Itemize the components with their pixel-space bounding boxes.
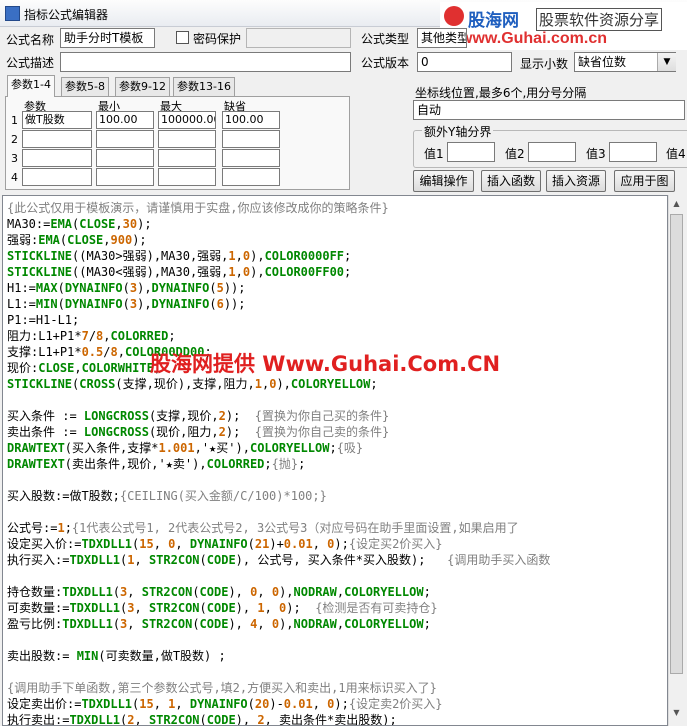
value-3-input[interactable] bbox=[609, 142, 657, 162]
formula-code: {此公式仅用于模板演示，请谨慎用于实盘,你应该修改成你的策略条件} MA30:=… bbox=[7, 200, 551, 726]
param-max-cell[interactable]: 100000.00 bbox=[158, 111, 216, 129]
scroll-up-icon[interactable]: ▲ bbox=[668, 196, 685, 212]
code-line: DRAWTEXT(买入条件,支撑*1.001,'★买'),COLORYELLOW… bbox=[7, 441, 364, 455]
formula-version-label: 公式版本 bbox=[361, 56, 410, 70]
code-line: 强弱:EMA(CLOSE,900); bbox=[7, 233, 147, 247]
code-line: {此公式仅用于模板演示，请谨慎用于实盘,你应该修改成你的策略条件} bbox=[7, 201, 389, 215]
tab-params-13-16[interactable]: 参数13-16 bbox=[173, 77, 235, 96]
param-default-cell[interactable]: 100.00 bbox=[222, 111, 280, 129]
password-input[interactable] bbox=[246, 28, 351, 48]
code-line: H1:=MAX(DYNAINFO(3),DYNAINFO(5)); bbox=[7, 281, 246, 295]
code-line: 阻力:L1+P1*7/8,COLORRED; bbox=[7, 329, 176, 343]
param-min-cell[interactable]: 100.00 bbox=[96, 111, 154, 129]
code-line: {调用助手下单函数,第三个参数公式号,填2,方便买入和卖出,1用来标识买入了} bbox=[7, 681, 437, 695]
extra-y-axis-group-title: 额外Y轴分界 bbox=[422, 123, 494, 140]
param-row-number: 3 bbox=[11, 152, 18, 165]
edit-operations-button[interactable]: 编辑操作 bbox=[413, 170, 474, 192]
value-1-input[interactable] bbox=[447, 142, 495, 162]
formula-version-input[interactable]: 0 bbox=[417, 52, 512, 72]
axis-lines-label: 坐标线位置,最多6个,用分号分隔 bbox=[415, 86, 587, 100]
insert-resource-button[interactable]: 插入资源 bbox=[546, 170, 606, 192]
app-icon bbox=[5, 6, 20, 21]
value-3-label: 值3 bbox=[586, 147, 606, 161]
watermark-url: www.Guhai.com.cn bbox=[460, 30, 607, 47]
apply-to-chart-button[interactable]: 应用于图 bbox=[614, 170, 675, 192]
code-line: STICKLINE((MA30>强弱),MA30,强弱,1,0),COLOR00… bbox=[7, 249, 352, 263]
param-name-cell[interactable]: 做T股数 bbox=[22, 111, 92, 129]
param-name-cell[interactable] bbox=[22, 168, 92, 186]
insert-function-button[interactable]: 插入函数 bbox=[481, 170, 541, 192]
code-line: 持仓数量:TDXDLL1(3, STR2CON(CODE), 0, 0),NOD… bbox=[7, 585, 431, 599]
code-line: 盈亏比例:TDXDLL1(3, STR2CON(CODE), 4, 0),NOD… bbox=[7, 617, 431, 631]
param-default-cell[interactable] bbox=[222, 168, 280, 186]
code-line: 现价:CLOSE,COLORWHITE; bbox=[7, 361, 162, 375]
code-line: 设定买入价:=TDXDLL1(15, 0, DYNAINFO(21)+0.01,… bbox=[7, 537, 443, 551]
code-line: L1:=MIN(DYNAINFO(3),DYNAINFO(6)); bbox=[7, 297, 246, 311]
param-row-number: 4 bbox=[11, 171, 18, 184]
param-name-cell[interactable] bbox=[22, 149, 92, 167]
window-title: 指标公式编辑器 bbox=[24, 8, 109, 22]
formula-type-select[interactable]: 其他类型 bbox=[417, 28, 467, 48]
param-max-cell[interactable] bbox=[158, 130, 216, 148]
chevron-down-icon[interactable]: ▼ bbox=[657, 53, 676, 71]
watermark-brand: 股海网 bbox=[468, 11, 519, 31]
param-row-number: 1 bbox=[11, 114, 18, 127]
code-line: 执行买入:=TDXDLL1(1, STR2CON(CODE), 公式号, 买入条… bbox=[7, 553, 551, 567]
scrollbar-thumb[interactable] bbox=[670, 214, 683, 674]
formula-name-input[interactable]: 助手分时T模板 bbox=[60, 28, 155, 48]
password-label: 密码保护 bbox=[193, 32, 242, 46]
value-2-input[interactable] bbox=[528, 142, 576, 162]
code-line: 买入条件 := LONGCROSS(支撑,现价,2); {置换为你自己买的条件} bbox=[7, 409, 390, 423]
param-name-cell[interactable] bbox=[22, 130, 92, 148]
value-1-label: 值1 bbox=[424, 147, 444, 161]
code-line: 设定卖出价:=TDXDLL1(15, 1, DYNAINFO(20)-0.01,… bbox=[7, 697, 443, 711]
formula-name-label: 公式名称 bbox=[6, 33, 55, 47]
code-line: 买入股数:=做T股数;{CEILING(买入金额/C/100)*100;} bbox=[7, 489, 327, 503]
scroll-down-icon[interactable]: ▼ bbox=[668, 705, 685, 721]
value-4-label: 值4 bbox=[666, 147, 686, 161]
tab-params-9-12[interactable]: 参数9-12 bbox=[115, 77, 170, 96]
code-line: 卖出股数:= MIN(可卖数量,做T股数) ; bbox=[7, 649, 226, 663]
tab-params-5-8[interactable]: 参数5-8 bbox=[61, 77, 109, 96]
param-default-cell[interactable] bbox=[222, 149, 280, 167]
param-max-cell[interactable] bbox=[158, 168, 216, 186]
code-line: 执行卖出:=TDXDLL1(2, STR2CON(CODE), 2, 卖出条件*… bbox=[7, 713, 397, 726]
param-row-number: 2 bbox=[11, 133, 18, 146]
param-min-cell[interactable] bbox=[96, 168, 154, 186]
formula-code-editor[interactable]: {此公式仅用于模板演示，请谨慎用于实盘,你应该修改成你的策略条件} MA30:=… bbox=[2, 195, 668, 726]
code-line: 可卖数量:=TDXDLL1(3, STR2CON(CODE), 1, 0); {… bbox=[7, 601, 438, 615]
code-line: MA30:=EMA(CLOSE,30); bbox=[7, 217, 152, 231]
param-max-cell[interactable] bbox=[158, 149, 216, 167]
watermark-slogan: 股票软件资源分享 bbox=[536, 8, 663, 31]
code-line: STICKLINE(CROSS(支撑,现价),支撑,阻力,1,0),COLORY… bbox=[7, 377, 378, 391]
code-line: 公式号:=1;{1代表公式号1, 2代表公式号2, 3公式号3（对应号码在助手里… bbox=[7, 521, 519, 535]
code-line: P1:=H1-L1; bbox=[7, 313, 80, 327]
formula-type-label: 公式类型 bbox=[361, 32, 410, 46]
code-line: STICKLINE((MA30<强弱),MA30,强弱,1,0),COLOR00… bbox=[7, 265, 352, 279]
param-min-cell[interactable] bbox=[96, 130, 154, 148]
watermark-logo-icon bbox=[444, 6, 464, 26]
decimals-label: 显示小数 bbox=[520, 57, 569, 71]
value-2-label: 值2 bbox=[505, 147, 525, 161]
password-checkbox[interactable] bbox=[176, 31, 189, 44]
code-line: 卖出条件 := LONGCROSS(现价,阻力,2); {置换为你自己卖的条件} bbox=[7, 425, 390, 439]
param-min-cell[interactable] bbox=[96, 149, 154, 167]
watermark-center-text: 股海网提供 Www.Guhai.Com.CN bbox=[150, 352, 501, 376]
axis-lines-input[interactable]: 自动 bbox=[413, 100, 685, 120]
param-default-cell[interactable] bbox=[222, 130, 280, 148]
code-line: DRAWTEXT(卖出条件,现价,'★卖'),COLORRED;{抛}; bbox=[7, 457, 306, 471]
formula-desc-label: 公式描述 bbox=[6, 56, 55, 70]
formula-desc-input[interactable] bbox=[60, 52, 351, 72]
tab-params-1-4[interactable]: 参数1-4 bbox=[7, 75, 55, 97]
